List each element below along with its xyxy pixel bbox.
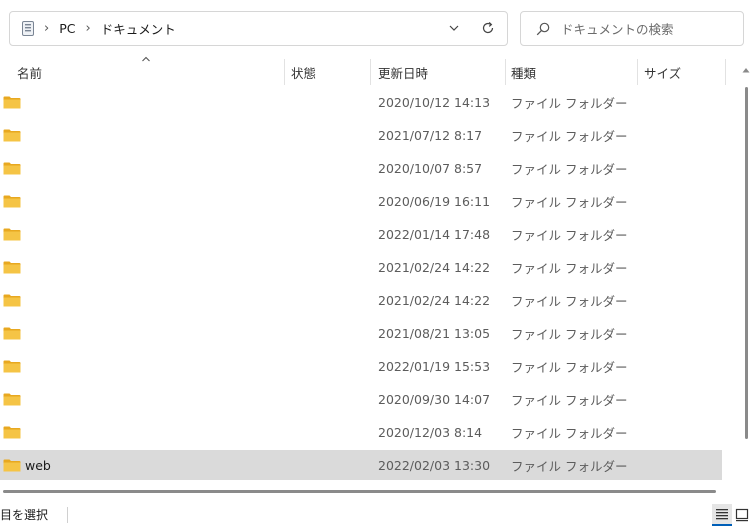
column-header-name[interactable]: 名前 [17,57,283,87]
breadcrumb-item-pc[interactable]: PC [59,21,75,36]
folder-icon [3,327,21,340]
file-row[interactable]: 2022/01/19 15:53 ファイル フォルダー [0,351,722,381]
file-type: ファイル フォルダー [511,326,628,342]
file-modified: 2021/07/12 8:17 [378,127,483,143]
file-modified: 2020/06/19 16:11 [378,193,491,209]
file-row[interactable]: 2021/08/21 13:05 ファイル フォルダー [0,318,722,348]
chevron-down-icon[interactable] [447,21,461,35]
scroll-up-icon[interactable] [742,62,750,73]
column-divider[interactable] [284,59,285,85]
column-header-modified[interactable]: 更新日時 [378,57,504,87]
file-type: ファイル フォルダー [511,128,628,144]
search-icon [535,21,551,37]
column-header-row: 名前 状態 更新日時 種類 サイズ [0,56,728,87]
file-modified: 2022/01/14 17:48 [378,226,491,242]
file-row[interactable]: 2021/07/12 8:17 ファイル フォルダー [0,120,722,150]
breadcrumb-separator: › [44,21,50,36]
folder-icon [3,294,21,307]
file-modified: 2022/01/19 15:53 [378,358,491,374]
file-row[interactable]: 2020/10/12 14:13 ファイル フォルダー [0,87,722,117]
file-type: ファイル フォルダー [511,293,628,309]
details-view-icon[interactable] [712,504,732,526]
folder-icon [3,195,21,208]
file-type: ファイル フォルダー [511,161,628,177]
file-row[interactable]: 2020/06/19 16:11 ファイル フォルダー [0,186,722,216]
folder-icon [3,426,21,439]
breadcrumb-separator: › [85,21,91,36]
refresh-icon[interactable] [480,20,496,36]
file-modified: 2021/02/24 14:22 [378,292,491,308]
search-placeholder: ドキュメントの検索 [561,22,674,37]
file-row[interactable]: 2021/02/24 14:22 ファイル フォルダー [0,285,722,315]
file-row[interactable]: 2021/02/24 14:22 ファイル フォルダー [0,252,722,282]
column-header-status[interactable]: 状態 [291,57,369,87]
file-type: ファイル フォルダー [511,227,628,243]
file-type: ファイル フォルダー [511,359,628,375]
file-row[interactable]: 2020/12/03 8:14 ファイル フォルダー [0,417,722,447]
file-type: ファイル フォルダー [511,458,628,474]
folder-icon [3,162,21,175]
column-divider[interactable] [505,59,506,85]
file-type: ファイル フォルダー [511,392,628,408]
file-modified: 2021/02/24 14:22 [378,259,491,275]
status-bar: 項目を選択 [0,504,756,528]
status-divider [67,507,68,523]
file-type: ファイル フォルダー [511,260,628,276]
file-type: ファイル フォルダー [511,194,628,210]
file-modified: 2020/09/30 14:07 [378,391,491,407]
search-box[interactable]: ドキュメントの検索 [520,11,744,46]
column-header-type[interactable]: 種類 [511,57,636,87]
file-row[interactable]: web 2022/02/03 13:30 ファイル フォルダー [0,450,722,480]
folder-icon [3,360,21,373]
file-row[interactable]: 2022/01/14 17:48 ファイル フォルダー [0,219,722,249]
column-divider[interactable] [370,59,371,85]
vertical-scrollbar[interactable] [745,87,748,439]
pc-icon [22,21,34,36]
file-modified: 2020/10/12 14:13 [378,94,491,110]
address-bar[interactable]: › PC › ドキュメント [9,11,508,46]
file-name: web [25,457,51,473]
column-divider[interactable] [725,59,726,85]
file-type: ファイル フォルダー [511,95,628,111]
folder-icon [3,459,21,472]
file-modified: 2021/08/21 13:05 [378,325,491,341]
breadcrumb: › PC › ドキュメント [34,19,176,38]
folder-icon [3,228,21,241]
file-modified: 2020/12/03 8:14 [378,424,483,440]
folder-icon [3,129,21,142]
breadcrumb-item-documents[interactable]: ドキュメント [101,19,176,38]
large-icons-view-icon[interactable] [732,504,752,526]
column-divider[interactable] [637,59,638,85]
file-modified: 2022/02/03 13:30 [378,457,491,473]
folder-icon [3,96,21,109]
file-modified: 2020/10/07 8:57 [378,160,483,176]
column-header-size[interactable]: サイズ [644,57,724,87]
file-type: ファイル フォルダー [511,425,628,441]
horizontal-scrollbar[interactable] [3,490,716,493]
file-row[interactable]: 2020/09/30 14:07 ファイル フォルダー [0,384,722,414]
folder-icon [3,393,21,406]
folder-icon [3,261,21,274]
status-text: 項目を選択 [0,508,49,522]
file-row[interactable]: 2020/10/07 8:57 ファイル フォルダー [0,153,722,183]
